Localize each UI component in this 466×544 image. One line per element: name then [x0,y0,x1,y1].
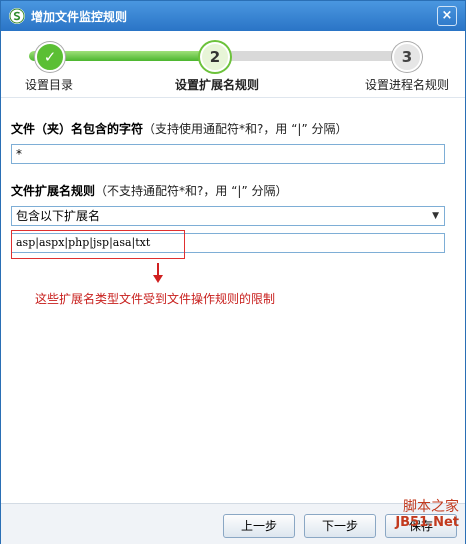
next-step-button[interactable]: 下一步 [304,514,376,538]
extension-rule-heading: 文件扩展名规则（不支持通配符*和?，用 “|” 分隔） [11,182,288,199]
folder-name-label: 文件（夹）名包含的字符 [11,122,144,136]
step-2-indicator: 2 [200,42,230,72]
extension-mode-value: 包含以下扩展名 [16,209,101,223]
step-progress: ✓ 2 3 设置目录 设置扩展名规则 设置进程名规则 [1,31,465,98]
progress-track-remaining [215,51,415,61]
dropdown-arrow-icon[interactable]: ▼ [432,207,439,225]
folder-name-heading: 文件（夹）名包含的字符（支持使用通配符*和?，用 “|” 分隔） [11,120,348,137]
window-title: 增加文件监控规则 [31,10,128,24]
step-3-label: 设置进程名规则 [365,78,450,92]
extension-rule-hint: （不支持通配符*和?，用 “|” 分隔） [95,184,288,198]
previous-step-button[interactable]: 上一步 [223,514,295,538]
step-2-label: 设置扩展名规则 [175,78,260,92]
app-logo-icon [9,8,25,24]
annotation-note: 这些扩展名类型文件受到文件操作规则的限制 [35,292,276,306]
watermark-line-1: 脚本之家 [403,499,459,515]
highlight-box [11,230,185,259]
close-button[interactable]: × [437,6,457,26]
step-1-check-icon: ✓ [35,42,65,72]
step-3-indicator: 3 [392,42,422,72]
folder-name-input[interactable]: * [11,144,445,164]
folder-name-hint: （支持使用通配符*和?，用 “|” 分隔） [143,122,348,136]
annotation-arrow-icon [153,275,163,283]
title-bar[interactable]: 增加文件监控规则 × [1,1,465,31]
site-watermark: 脚本之家 JB51.Net [395,499,459,531]
step-1-label: 设置目录 [25,78,74,92]
extension-rule-label: 文件扩展名规则 [11,184,96,198]
extension-mode-select[interactable]: 包含以下扩展名 ▼ [11,206,445,226]
dialog-window: 增加文件监控规则 × ✓ 2 3 设置目录 设置扩展名规则 设置进程名规则 文件… [0,0,466,544]
watermark-line-2: JB51.Net [395,515,459,530]
